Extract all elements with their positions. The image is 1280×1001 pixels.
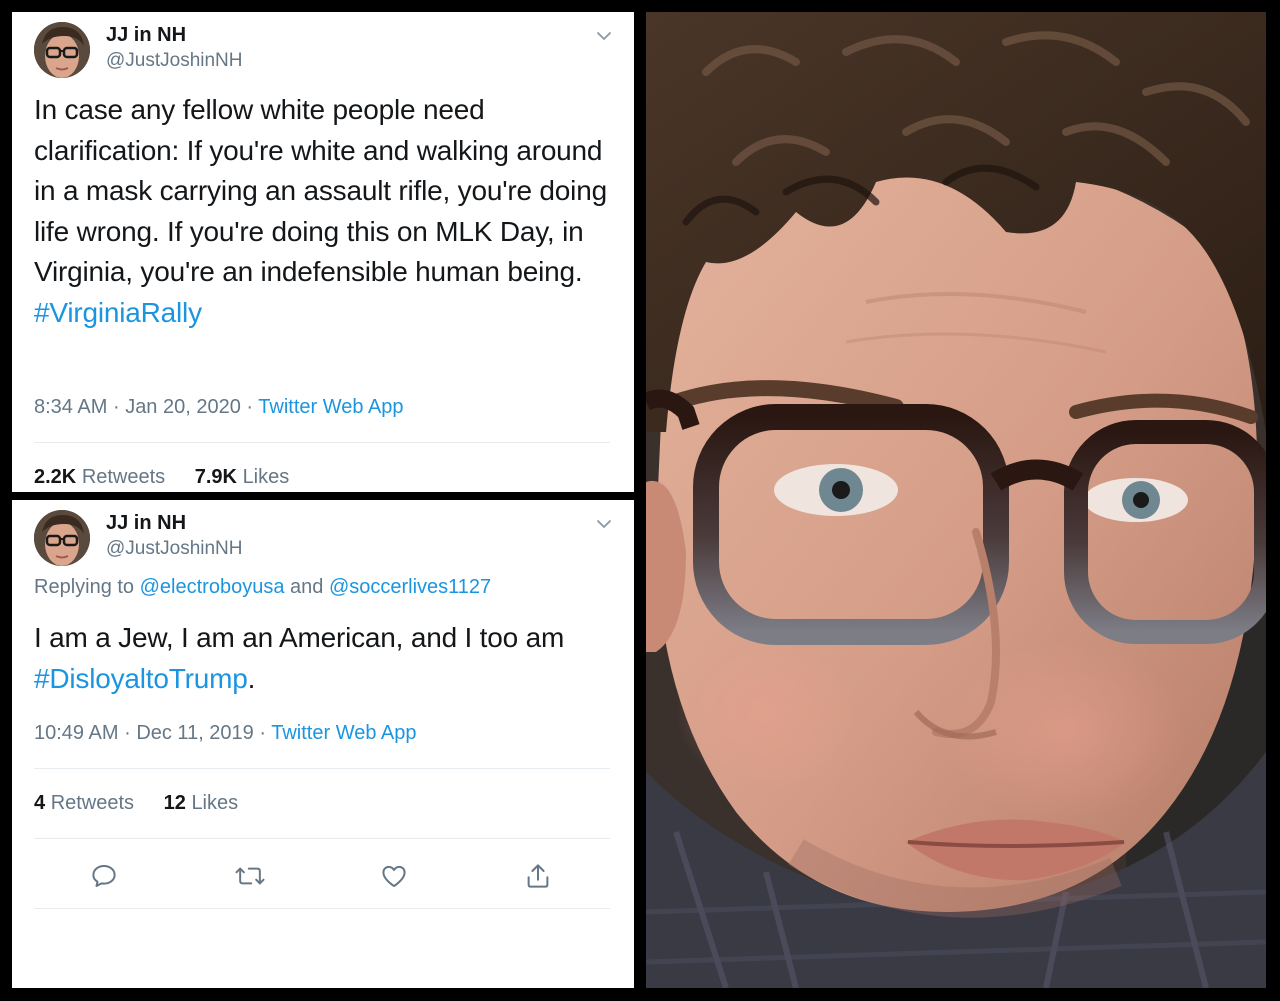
tweet-source[interactable]: Twitter Web App	[258, 396, 403, 418]
tweet-text-suffix: .	[247, 662, 256, 694]
tweet-body: I am a Jew, I am an American, and I too …	[34, 622, 565, 653]
divider	[34, 838, 610, 839]
like-count: 7.9K	[194, 466, 237, 488]
avatar[interactable]	[34, 510, 90, 566]
avatar[interactable]	[34, 22, 90, 78]
divider	[34, 908, 610, 909]
meta-separator: ·	[259, 722, 267, 744]
mention-link[interactable]: @soccerlives1127	[329, 576, 491, 598]
share-icon	[527, 864, 549, 888]
tweet-meta: 8:34 AM · Jan 20, 2020 · Twitter Web App	[34, 396, 404, 419]
reply-button[interactable]	[84, 856, 124, 896]
replying-to: Replying to @electroboyusa and @soccerli…	[34, 576, 491, 599]
divider	[34, 768, 610, 769]
chevron-down-icon[interactable]	[594, 514, 614, 534]
tweet-time[interactable]: 10:49 AM	[34, 722, 119, 744]
tweet-header: JJ in NH @JustJoshinNH	[34, 20, 614, 80]
divider	[34, 442, 610, 443]
meta-separator: ·	[246, 396, 254, 418]
author-handle[interactable]: @JustJoshinNH	[106, 538, 243, 560]
tweet-header: JJ in NH @JustJoshinNH	[34, 508, 614, 568]
likes-stat[interactable]: 12 Likes	[164, 792, 239, 814]
profile-photo	[646, 12, 1266, 988]
hashtag-link[interactable]: #DisloyaltoTrump	[34, 663, 248, 694]
retweets-stat[interactable]: 2.2K Retweets	[34, 466, 165, 488]
reply-prefix: Replying to	[34, 576, 135, 598]
tweet-meta: 10:49 AM · Dec 11, 2019 · Twitter Web Ap…	[34, 722, 417, 745]
likes-label: Likes	[242, 466, 290, 488]
tweet-date[interactable]: Jan 20, 2020	[125, 396, 241, 418]
tweet-stats: 4 Retweets 12 Likes	[34, 792, 262, 815]
retweet-icon	[235, 867, 265, 885]
tweet-source[interactable]: Twitter Web App	[271, 722, 416, 744]
chevron-down-icon[interactable]	[594, 26, 614, 46]
heart-icon	[382, 865, 406, 887]
hashtag-link[interactable]: #VirginiaRally	[34, 297, 202, 328]
retweets-label: Retweets	[50, 792, 135, 814]
tweet-card-1: JJ in NH @JustJoshinNH In case any fello…	[12, 12, 634, 492]
tweet-card-2: JJ in NH @JustJoshinNH Replying to @elec…	[12, 500, 634, 988]
retweets-stat[interactable]: 4 Retweets	[34, 792, 134, 814]
likes-stat[interactable]: 7.9K Likes	[195, 466, 290, 488]
author-name[interactable]: JJ in NH	[106, 24, 186, 47]
retweet-button[interactable]	[230, 856, 270, 896]
tweet-stats: 2.2K Retweets 7.9K Likes	[34, 466, 313, 489]
retweet-count: 4	[34, 792, 46, 814]
retweets-label: Retweets	[81, 466, 166, 488]
author-handle[interactable]: @JustJoshinNH	[106, 50, 243, 72]
meta-separator: ·	[112, 396, 120, 418]
tweet-body: In case any fellow white people need cla…	[34, 94, 607, 287]
comment-icon	[92, 865, 116, 887]
tweet-actions	[34, 856, 610, 896]
author-name[interactable]: JJ in NH	[106, 512, 186, 535]
mention-link[interactable]: @electroboyusa	[140, 576, 285, 598]
retweet-count: 2.2K	[34, 466, 77, 488]
reply-and: and	[290, 576, 324, 598]
share-button[interactable]	[518, 856, 558, 896]
like-count: 12	[163, 792, 186, 814]
tweet-text: In case any fellow white people need cla…	[34, 90, 614, 333]
tweet-time[interactable]: 8:34 AM	[34, 396, 107, 418]
meta-separator: ·	[124, 722, 131, 744]
likes-label: Likes	[191, 792, 239, 814]
like-button[interactable]	[374, 856, 414, 896]
tweet-text: I am a Jew, I am an American, and I too …	[34, 618, 614, 699]
tweet-date[interactable]: Dec 11, 2019	[136, 722, 254, 744]
